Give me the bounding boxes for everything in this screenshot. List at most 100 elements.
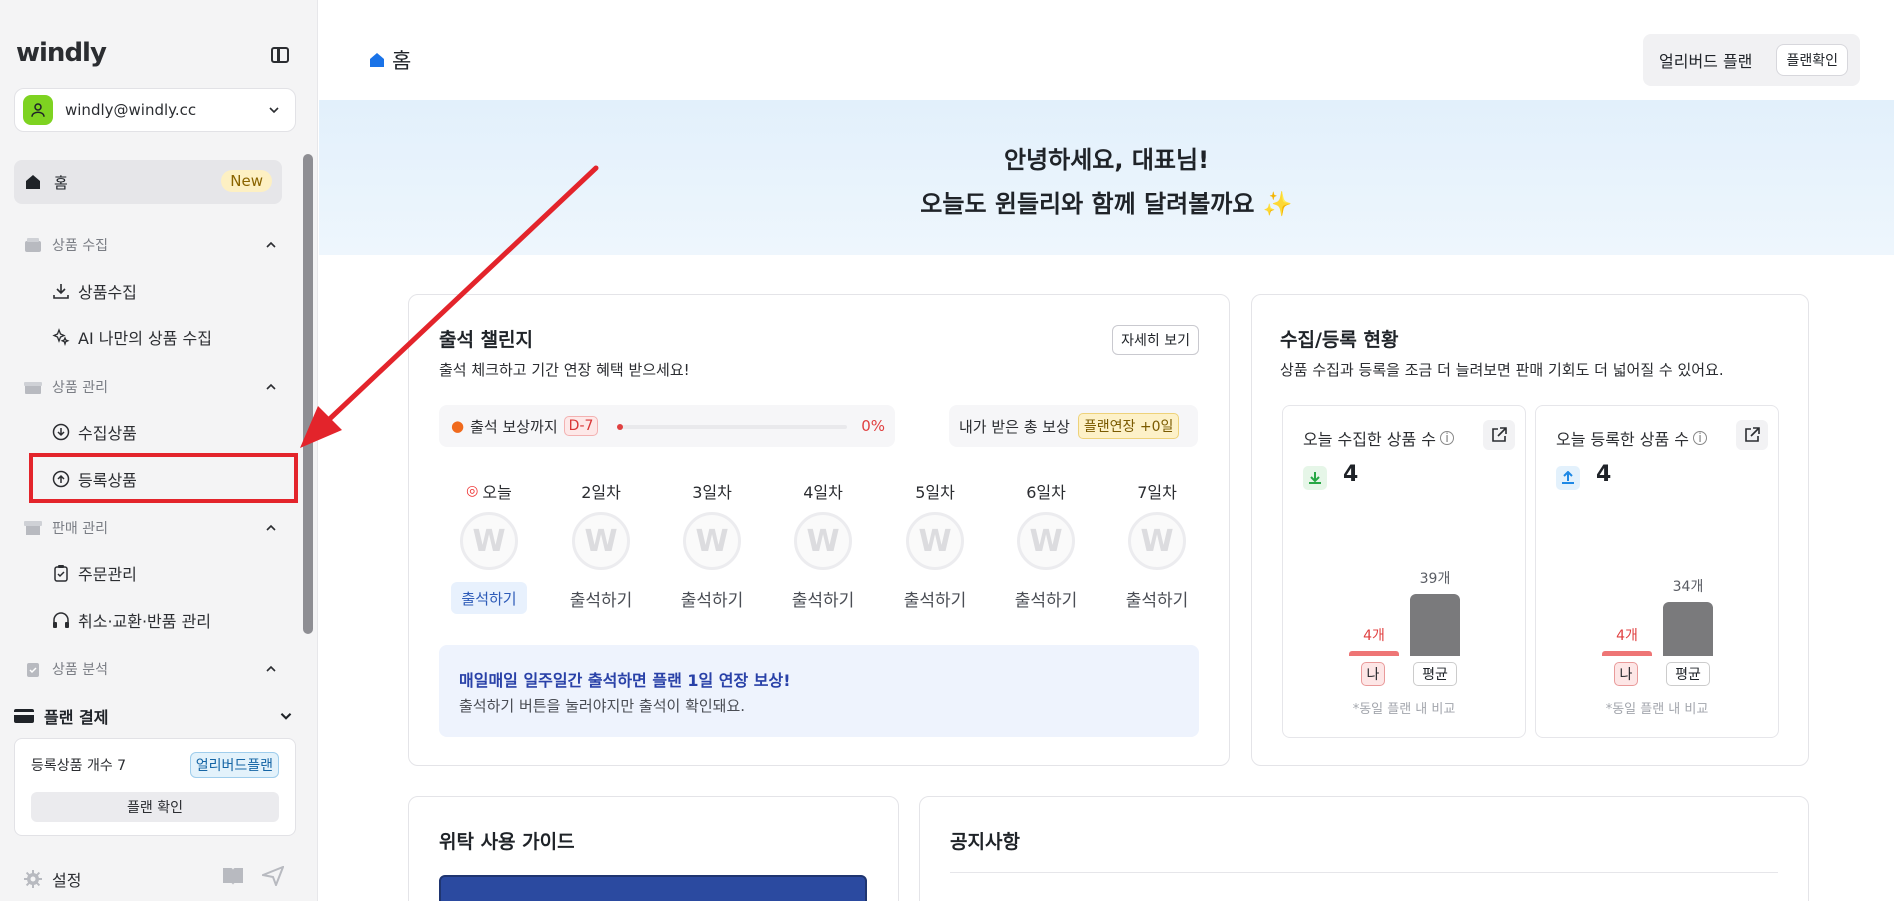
guide-title: 위탁 사용 가이드 <box>439 831 575 853</box>
plan-status: 얼리버드 플랜 플랜확인 <box>1643 34 1860 86</box>
checkin-button[interactable]: 출석하기 <box>773 582 873 614</box>
attendance-days: ◎ 오늘 W 출석하기 2일차 W 출석하기 3일차 W 출석하기 4일차 W 출… <box>439 480 1199 614</box>
day-label-text: 오늘 <box>482 483 512 502</box>
sidebar-item-home[interactable]: 홈 New <box>14 160 282 204</box>
sidebar-item-collected-products[interactable]: 수집상품 <box>52 420 137 444</box>
coin-letter: W <box>1140 523 1174 559</box>
coin-icon: W <box>1017 512 1075 570</box>
day-1: ◎ 오늘 W 출석하기 <box>439 480 539 614</box>
coin-letter: W <box>1029 523 1063 559</box>
coin-icon: W <box>460 512 518 570</box>
me-bar <box>1602 651 1652 656</box>
registered-stat: 오늘 등록한 상품 수i 4 4개 34개 나 평균 *동일 플랜 내 비교 <box>1535 405 1779 738</box>
settings-button[interactable]: 설정 <box>24 867 81 891</box>
welcome-banner: 안녕하세요, 대표님! 오늘도 윈들리와 함께 달려볼까요 ✨ <box>319 100 1894 255</box>
sidebar-item-ai-collect[interactable]: AI 나만의 상품 수집 <box>52 325 212 349</box>
plan-payment-toggle[interactable]: 플랜 결제 <box>14 704 296 728</box>
sidebar: windly windly@windly.cc 홈 New 상품 수집 상품수집… <box>0 0 318 901</box>
stat-title: 오늘 수집한 상품 수i <box>1303 426 1455 450</box>
checkin-button[interactable]: 출석하기 <box>451 582 527 614</box>
status-title: 수집/등록 현황 <box>1280 329 1399 351</box>
day-6: 6일차 W 출석하기 <box>996 480 1096 614</box>
checkin-button[interactable]: 출석하기 <box>662 582 762 614</box>
registered-count: 등록상품 개수 7 <box>31 758 127 774</box>
divider <box>950 872 1778 873</box>
sidebar-collapse-icon[interactable] <box>271 47 289 63</box>
plan-extension-badge: 플랜연장 +0일 <box>1077 413 1180 439</box>
fire-icon: ● <box>451 417 465 435</box>
chevron-up-icon <box>266 665 276 672</box>
info-icon[interactable]: i <box>1440 431 1455 445</box>
app-logo[interactable]: windly <box>16 38 107 68</box>
section-product-collect[interactable]: 상품 수집 <box>24 235 278 255</box>
attendance-title: 출석 챌린지 <box>439 329 534 351</box>
total-reward: 내가 받은 총 보상 플랜연장 +0일 <box>949 405 1198 447</box>
guide-card: 위탁 사용 가이드 <box>408 796 899 901</box>
sparkles-icon <box>52 328 70 346</box>
attendance-subtitle: 출석 체크하고 기간 연장 혜택 받으세요! <box>439 361 690 379</box>
plan-confirm-button[interactable]: 플랜확인 <box>1776 44 1848 76</box>
section-product-manage[interactable]: 상품 관리 <box>24 377 278 397</box>
day-label: 4일차 <box>803 483 843 502</box>
plan-check-button[interactable]: 플랜 확인 <box>31 792 279 822</box>
dday-badge: D-7 <box>563 416 599 436</box>
coin-icon: W <box>572 512 630 570</box>
chevron-up-icon <box>266 524 276 531</box>
sidebar-item-returns[interactable]: 취소·교환·반품 관리 <box>52 608 211 632</box>
registered-count: 4 <box>1596 462 1612 487</box>
attendance-card: 출석 챌린지 출석 체크하고 기간 연장 혜택 받으세요! 자세히 보기 ● 출… <box>408 294 1230 766</box>
avg-bar-label: 34개 <box>1672 578 1704 595</box>
target-icon: ◎ <box>466 483 479 499</box>
clipboard-check-icon <box>54 565 68 582</box>
upload-icon <box>1556 466 1580 490</box>
headphones-icon <box>53 612 69 628</box>
sidebar-item-label: 취소·교환·반품 관리 <box>78 612 212 631</box>
external-link-icon[interactable] <box>1736 420 1768 450</box>
avg-axis-label: 평균 <box>1666 662 1710 686</box>
attendance-info: 매일매일 일주일간 출석하면 플랜 1일 연장 보상! 출석하기 버튼을 눌러야… <box>439 645 1199 737</box>
gear-icon <box>24 870 42 888</box>
arrow-down-circle-icon <box>52 423 70 441</box>
plan-badge: 얼리버드플랜 <box>189 752 279 778</box>
collected-stat: 오늘 수집한 상품 수i 4 4개 39개 나 평균 *동일 플랜 내 비교 <box>1282 405 1526 738</box>
section-product-analysis[interactable]: 상품 분석 <box>24 659 278 679</box>
account-selector[interactable]: windly@windly.cc <box>14 88 296 132</box>
progress-bar <box>617 424 847 430</box>
status-card: 수집/등록 현황 상품 수집과 등록을 조금 더 늘려보면 판매 기회도 더 넓… <box>1251 294 1809 766</box>
banner-message: 오늘도 윈들리와 함께 달려볼까요 ✨ <box>319 184 1894 219</box>
sidebar-item-collect[interactable]: 상품수집 <box>52 279 137 303</box>
external-link-icon[interactable] <box>1483 420 1515 450</box>
reward-label: 출석 보상까지 <box>470 417 558 436</box>
chevron-up-icon <box>266 383 276 390</box>
highlight-box <box>29 453 298 503</box>
day-3: 3일차 W 출석하기 <box>662 480 762 614</box>
checkin-button[interactable]: 출석하기 <box>551 582 651 614</box>
avg-bar <box>1663 601 1713 656</box>
checkin-button[interactable]: 출석하기 <box>996 582 1096 614</box>
send-icon[interactable] <box>262 866 284 886</box>
checkin-button[interactable]: 출석하기 <box>885 582 985 614</box>
view-details-button[interactable]: 자세히 보기 <box>1112 325 1199 355</box>
stat-title-text: 오늘 수집한 상품 수 <box>1303 430 1437 449</box>
day-5: 5일차 W 출석하기 <box>885 480 985 614</box>
sidebar-scrollbar[interactable] <box>303 154 313 634</box>
sidebar-item-label: 수집상품 <box>78 424 137 443</box>
home-icon <box>26 175 40 189</box>
coin-letter: W <box>695 523 729 559</box>
download-icon <box>1303 466 1327 490</box>
notice-card: 공지사항 <box>919 796 1809 901</box>
sidebar-item-orders[interactable]: 주문관리 <box>52 561 137 585</box>
credit-card-icon <box>14 709 34 723</box>
section-sales-manage[interactable]: 판매 관리 <box>24 518 278 538</box>
progress-fill <box>617 424 623 430</box>
section-label: 상품 분석 <box>52 662 108 678</box>
book-icon[interactable] <box>222 866 244 886</box>
guide-thumbnail[interactable] <box>439 875 867 901</box>
info-icon[interactable]: i <box>1693 431 1708 445</box>
compare-note: *동일 플랜 내 비교 <box>1352 702 1456 717</box>
gift-icon <box>24 382 42 394</box>
plan-card: 등록상품 개수 7 얼리버드플랜 플랜 확인 <box>14 738 296 836</box>
chevron-up-icon <box>266 241 276 248</box>
checkin-button[interactable]: 출석하기 <box>1107 582 1207 614</box>
sidebar-item-label: 상품수집 <box>78 283 137 302</box>
